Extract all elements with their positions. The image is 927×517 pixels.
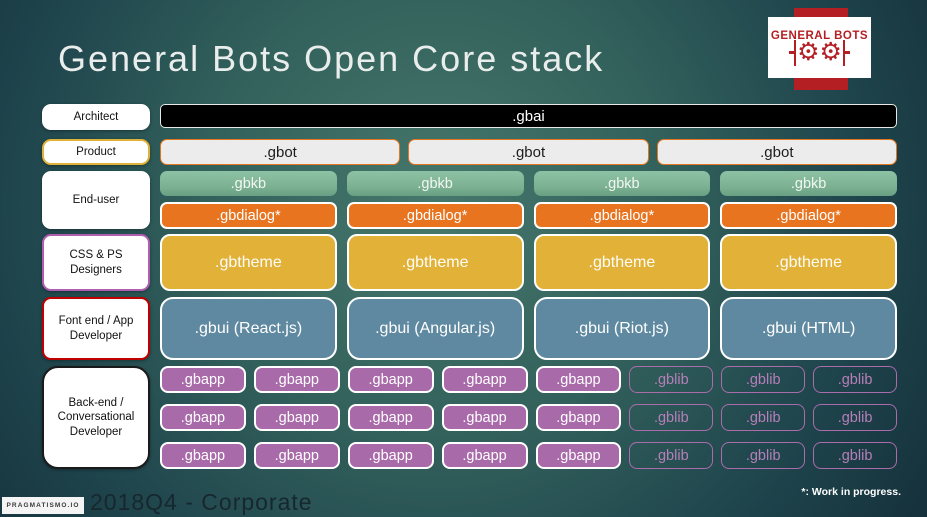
- role-label-css-ps-designers: CSS & PS Designers: [42, 234, 150, 291]
- gear-icon: ⚙: [819, 38, 842, 66]
- gear-axle-right: [842, 39, 850, 66]
- gbtheme-box: .gbtheme: [720, 234, 897, 291]
- gbtheme-row: .gbtheme .gbtheme .gbtheme .gbtheme: [160, 234, 897, 291]
- role-label-front-end-developer: Font end / App Developer: [42, 297, 150, 360]
- gbapp-box: .gbapp: [347, 404, 434, 431]
- gbot-row: .gbot .gbot .gbot: [160, 139, 897, 165]
- gbapp-box: .gbapp: [441, 442, 528, 469]
- gblib-box: .gblib: [629, 366, 714, 393]
- gblib-box: .gblib: [721, 404, 806, 431]
- gbkb-box: .gbkb: [160, 171, 337, 196]
- gbai-box: .gbai: [160, 104, 897, 128]
- gbkb-box: .gbkb: [346, 171, 524, 196]
- gblib-box: .gblib: [721, 442, 806, 469]
- gbapp-box: .gbapp: [253, 404, 340, 431]
- gblib-box: .gblib: [629, 404, 714, 431]
- backend-row-1: .gbapp .gbapp .gbapp .gbapp .gbapp .gbli…: [160, 366, 897, 393]
- gbapp-box: .gbapp: [160, 442, 246, 469]
- slide-caption: 2018Q4 - Corporate: [90, 489, 313, 515]
- role-label-product: Product: [42, 139, 150, 165]
- gbdialog-box: .gbdialog*: [160, 202, 337, 229]
- gbkb-box: .gbkb: [720, 171, 897, 196]
- gbui-angular-box: .gbui (Angular.js): [346, 297, 524, 360]
- backend-row-3: .gbapp .gbapp .gbapp .gbapp .gbapp .gbli…: [160, 442, 897, 469]
- gbapp-box: .gbapp: [253, 366, 340, 393]
- gbapp-box: .gbapp: [535, 442, 622, 469]
- backend-row-2: .gbapp .gbapp .gbapp .gbapp .gbapp .gbli…: [160, 404, 897, 431]
- gblib-box: .gblib: [629, 442, 714, 469]
- gblib-box: .gblib: [721, 366, 806, 393]
- role-label-architect: Architect: [42, 104, 150, 130]
- logo-gears-icon: ⚙ ⚙: [789, 38, 850, 66]
- gbai-row: .gbai: [160, 104, 897, 128]
- gbapp-box: .gbapp: [347, 442, 434, 469]
- gbdialog-box: .gbdialog*: [346, 202, 524, 229]
- gbapp-box: .gbapp: [347, 366, 434, 393]
- pragmatismo-logo: PRAGMATISMO.IO: [2, 497, 84, 514]
- gbot-box: .gbot: [408, 139, 649, 165]
- gbui-react-box: .gbui (React.js): [160, 297, 337, 360]
- gbtheme-box: .gbtheme: [346, 234, 524, 291]
- gbot-box: .gbot: [160, 139, 401, 165]
- role-label-end-user: End-user: [42, 171, 150, 229]
- role-label-back-end-developer: Back-end / Conversational Developer: [42, 366, 150, 469]
- gblib-box: .gblib: [813, 366, 897, 393]
- gbdialog-row: .gbdialog* .gbdialog* .gbdialog* .gbdial…: [160, 202, 897, 229]
- gbapp-box: .gbapp: [160, 404, 246, 431]
- gblib-box: .gblib: [813, 404, 897, 431]
- gbapp-box: .gbapp: [253, 442, 340, 469]
- gbdialog-box: .gbdialog*: [720, 202, 897, 229]
- gbapp-box: .gbapp: [160, 366, 246, 393]
- gbui-html-box: .gbui (HTML): [720, 297, 897, 360]
- slide: General Bots Open Core stack GENERAL BOT…: [0, 0, 927, 517]
- gbtheme-box: .gbtheme: [160, 234, 337, 291]
- page-title: General Bots Open Core stack: [58, 38, 605, 79]
- work-in-progress-footnote: *: Work in progress.: [801, 486, 901, 498]
- gbot-box: .gbot: [656, 139, 897, 165]
- gbapp-box: .gbapp: [441, 404, 528, 431]
- gbapp-box: .gbapp: [535, 366, 622, 393]
- gbtheme-box: .gbtheme: [533, 234, 711, 291]
- gbui-riot-box: .gbui (Riot.js): [533, 297, 711, 360]
- gbui-row: .gbui (React.js) .gbui (Angular.js) .gbu…: [160, 297, 897, 360]
- gear-icon: ⚙: [797, 38, 820, 66]
- gbapp-box: .gbapp: [441, 366, 528, 393]
- gbapp-box: .gbapp: [535, 404, 622, 431]
- general-bots-logo: GENERAL BOTS ⚙ ⚙: [768, 17, 871, 78]
- gbdialog-box: .gbdialog*: [533, 202, 711, 229]
- gbkb-row: .gbkb .gbkb .gbkb .gbkb: [160, 171, 897, 196]
- gbkb-box: .gbkb: [533, 171, 711, 196]
- gear-axle-left: [789, 39, 797, 66]
- gblib-box: .gblib: [813, 442, 897, 469]
